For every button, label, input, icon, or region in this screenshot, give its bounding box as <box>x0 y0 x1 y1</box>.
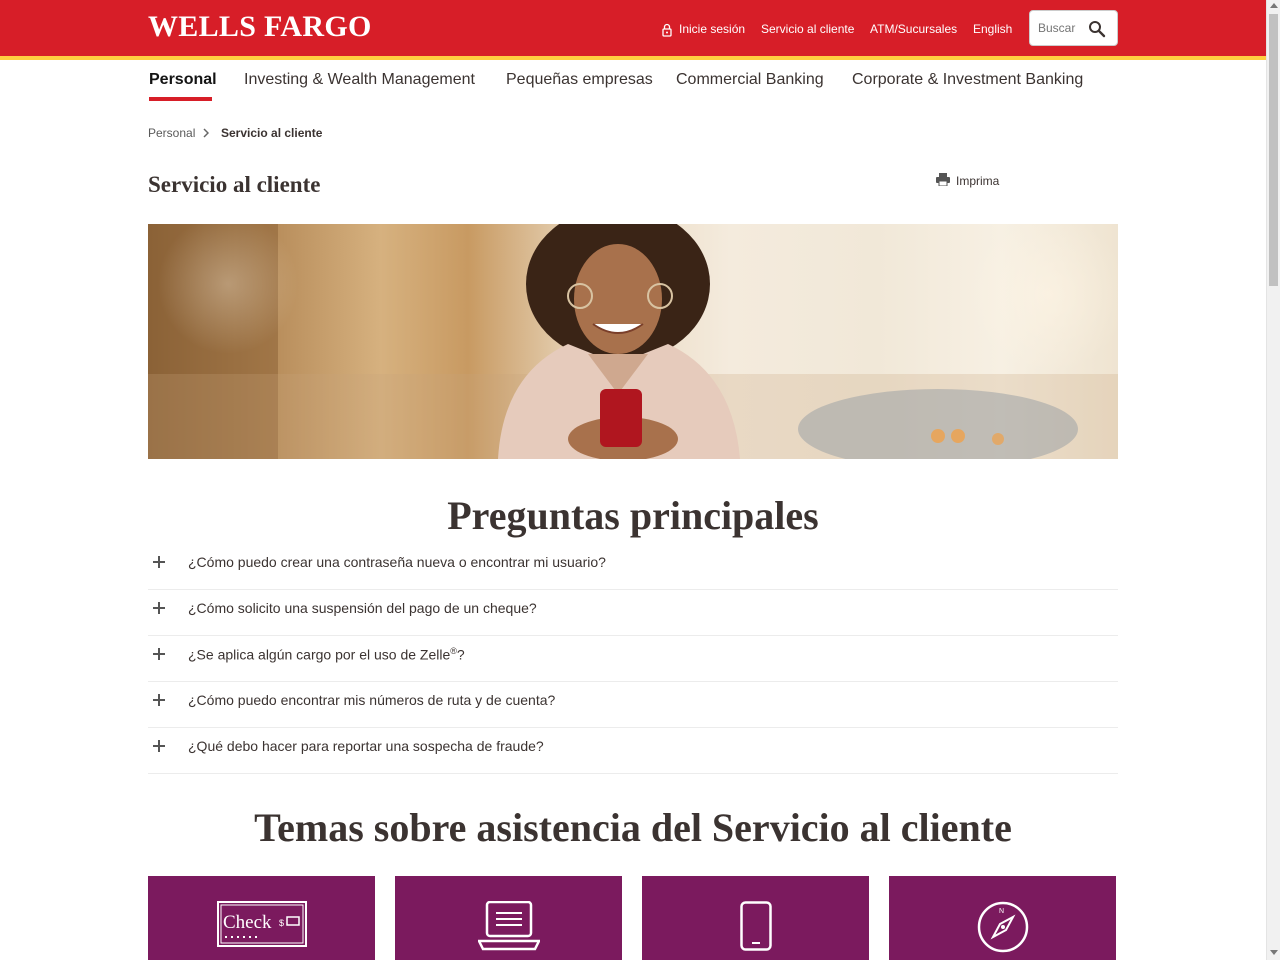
print-link[interactable]: Imprima <box>956 174 999 188</box>
topic-tile-online-banking[interactable] <box>395 876 622 960</box>
laptop-icon <box>477 901 540 951</box>
faq-question[interactable]: ¿Cómo puedo encontrar mis números de rut… <box>188 692 555 708</box>
plus-icon[interactable] <box>153 740 165 752</box>
printer-icon[interactable] <box>936 173 950 186</box>
topics-section-title: Temas sobre asistencia del Servicio al c… <box>254 805 1012 850</box>
scroll-up-arrow-icon[interactable] <box>1270 3 1278 8</box>
faq-question[interactable]: ¿Qué debo hacer para reportar una sospec… <box>188 738 544 754</box>
hero-illustration <box>148 224 1118 459</box>
atm-locations-link[interactable]: ATM/Sucursales <box>870 22 957 36</box>
check-icon-text: Check <box>223 912 272 933</box>
plus-icon[interactable] <box>153 648 165 660</box>
plus-icon[interactable] <box>153 694 165 706</box>
nav-investing-wealth[interactable]: Investing & Wealth Management <box>244 71 475 89</box>
nav-small-business[interactable]: Pequeñas empresas <box>506 71 653 89</box>
lock-icon <box>662 23 672 37</box>
topic-tile-getting-started[interactable]: N <box>889 876 1116 960</box>
page-scrollbar[interactable] <box>1266 0 1280 960</box>
topic-tile-mobile[interactable] <box>642 876 869 960</box>
faq-item[interactable]: ¿Se aplica algún cargo por el uso de Zel… <box>148 636 1118 682</box>
faq-item[interactable]: ¿Cómo solicito una suspensión del pago d… <box>148 590 1118 636</box>
faq-question[interactable]: ¿Cómo puedo crear una contraseña nueva o… <box>188 554 606 570</box>
faq-item[interactable]: ¿Cómo puedo crear una contraseña nueva o… <box>148 544 1118 590</box>
chevron-right-icon <box>203 128 209 138</box>
faq-question-suffix: ? <box>456 646 465 663</box>
faq-question[interactable]: ¿Se aplica algún cargo por el uso de Zel… <box>188 646 465 663</box>
breadcrumb-personal[interactable]: Personal <box>148 126 195 140</box>
search-box[interactable] <box>1029 10 1118 46</box>
topic-tile-checks[interactable]: Check $ <box>148 876 375 960</box>
customer-service-link[interactable]: Servicio al cliente <box>761 22 854 36</box>
wells-fargo-logo[interactable]: WELLS FARGO <box>148 10 372 44</box>
nav-active-indicator <box>149 97 212 101</box>
scrollbar-thumb[interactable] <box>1269 14 1278 286</box>
header-accent-stripe <box>0 56 1266 60</box>
nav-personal[interactable]: Personal <box>149 71 217 89</box>
language-toggle-link[interactable]: English <box>973 22 1012 36</box>
plus-icon[interactable] <box>153 602 165 614</box>
svg-text:N: N <box>999 908 1004 915</box>
search-input[interactable] <box>1038 21 1088 35</box>
sign-in-link[interactable]: Inicie sesión <box>679 22 745 36</box>
nav-corporate-investment[interactable]: Corporate & Investment Banking <box>852 71 1083 89</box>
faq-question[interactable]: ¿Cómo solicito una suspensión del pago d… <box>188 600 537 616</box>
svg-text:$: $ <box>279 918 284 928</box>
search-icon[interactable] <box>1088 20 1106 38</box>
faq-item[interactable]: ¿Qué debo hacer para reportar una sospec… <box>148 728 1118 774</box>
check-icon: Check $ <box>216 901 307 947</box>
scroll-down-arrow-icon[interactable] <box>1270 950 1278 955</box>
faq-question-text: ¿Se aplica algún cargo por el uso de Zel… <box>188 646 451 663</box>
hero-image <box>148 224 1118 459</box>
faq-section-title: Preguntas principales <box>447 493 819 538</box>
registered-mark: ® <box>450 646 457 656</box>
nav-commercial-banking[interactable]: Commercial Banking <box>676 71 824 89</box>
plus-icon[interactable] <box>153 556 165 568</box>
mobile-phone-icon <box>739 901 772 951</box>
faq-item[interactable]: ¿Cómo puedo encontrar mis números de rut… <box>148 682 1118 728</box>
page-title: Servicio al cliente <box>148 172 321 197</box>
compass-icon: N <box>977 901 1028 953</box>
breadcrumb-current: Servicio al cliente <box>221 126 323 140</box>
